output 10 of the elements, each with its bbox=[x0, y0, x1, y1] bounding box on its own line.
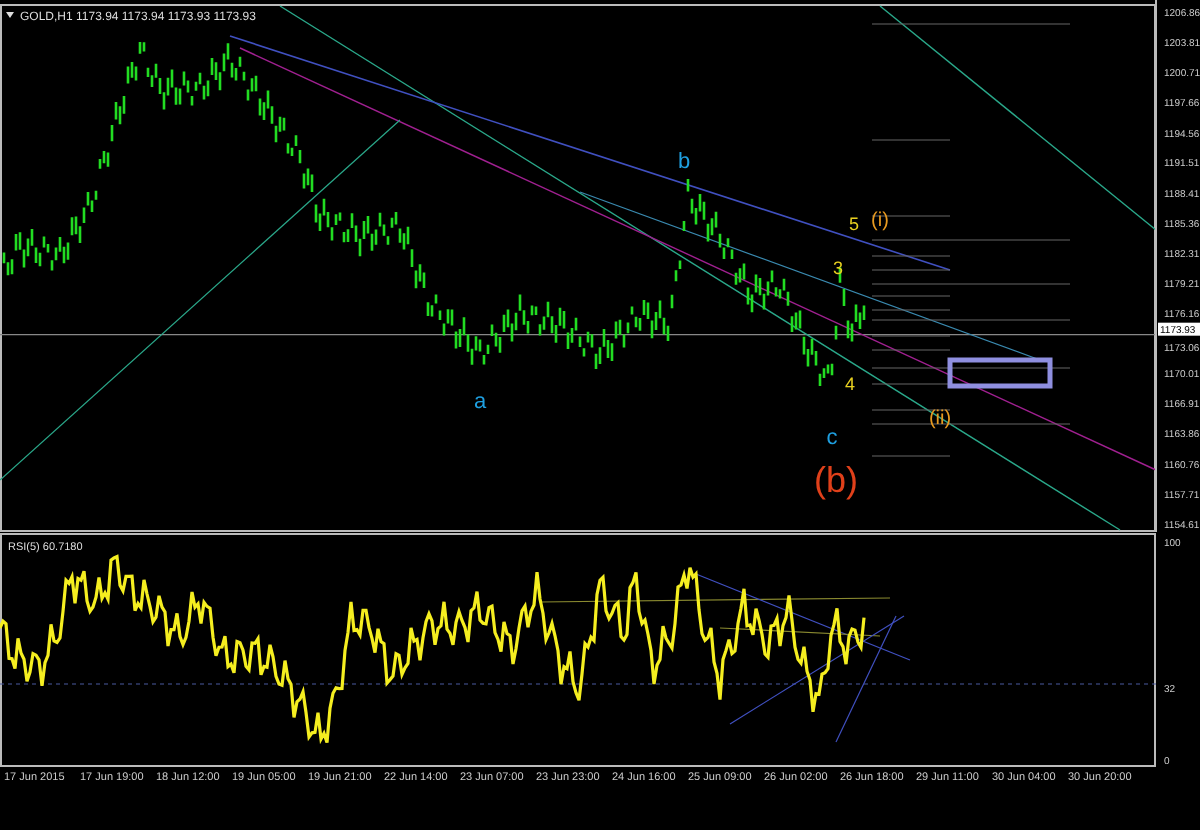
wave-label: a bbox=[473, 390, 487, 414]
wave-label: c bbox=[826, 426, 838, 450]
dropdown-caret-icon[interactable] bbox=[6, 12, 14, 18]
wave-label: 4 bbox=[845, 374, 855, 394]
wave-label: (i) bbox=[871, 210, 889, 232]
wave-label: 3 bbox=[833, 258, 843, 278]
wave-label: b bbox=[677, 150, 691, 174]
highlight-rectangle bbox=[947, 357, 1053, 389]
wave-label: 5 bbox=[849, 214, 859, 234]
wave-label: (b) bbox=[814, 460, 858, 500]
